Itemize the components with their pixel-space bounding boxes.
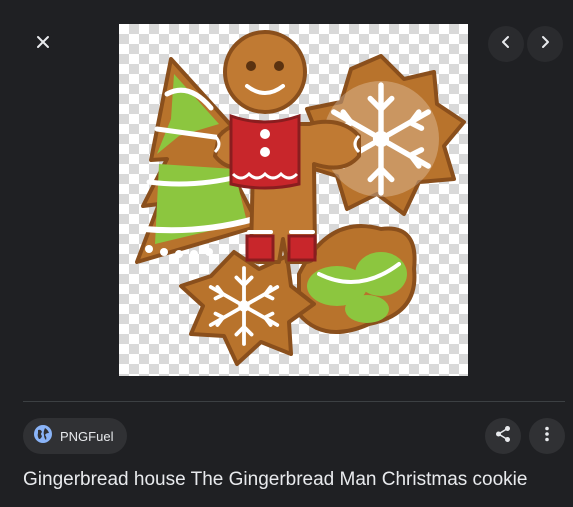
source-chip[interactable]: PNGFuel <box>23 418 128 454</box>
gingerbread-cookies-illustration <box>135 30 466 366</box>
globe-icon <box>33 424 53 449</box>
more-vert-icon <box>538 425 556 448</box>
close-icon <box>36 35 50 54</box>
next-image-button[interactable] <box>527 26 563 62</box>
previous-image-button[interactable] <box>488 26 524 62</box>
close-button[interactable] <box>25 26 61 62</box>
image-title[interactable]: Gingerbread house The Gingerbread Man Ch… <box>23 467 568 493</box>
chevron-right-icon <box>538 35 552 54</box>
source-name: PNGFuel <box>60 428 114 444</box>
image-viewer-panel: PNGFuel Gingerbread house The Gingerbrea… <box>0 0 573 507</box>
more-options-button[interactable] <box>529 418 565 454</box>
preview-image[interactable] <box>119 24 468 376</box>
snowflake-cookie-bottom <box>179 250 316 366</box>
divider <box>23 401 565 402</box>
chevron-left-icon <box>499 35 513 54</box>
share-icon <box>494 425 512 448</box>
share-button[interactable] <box>485 418 521 454</box>
